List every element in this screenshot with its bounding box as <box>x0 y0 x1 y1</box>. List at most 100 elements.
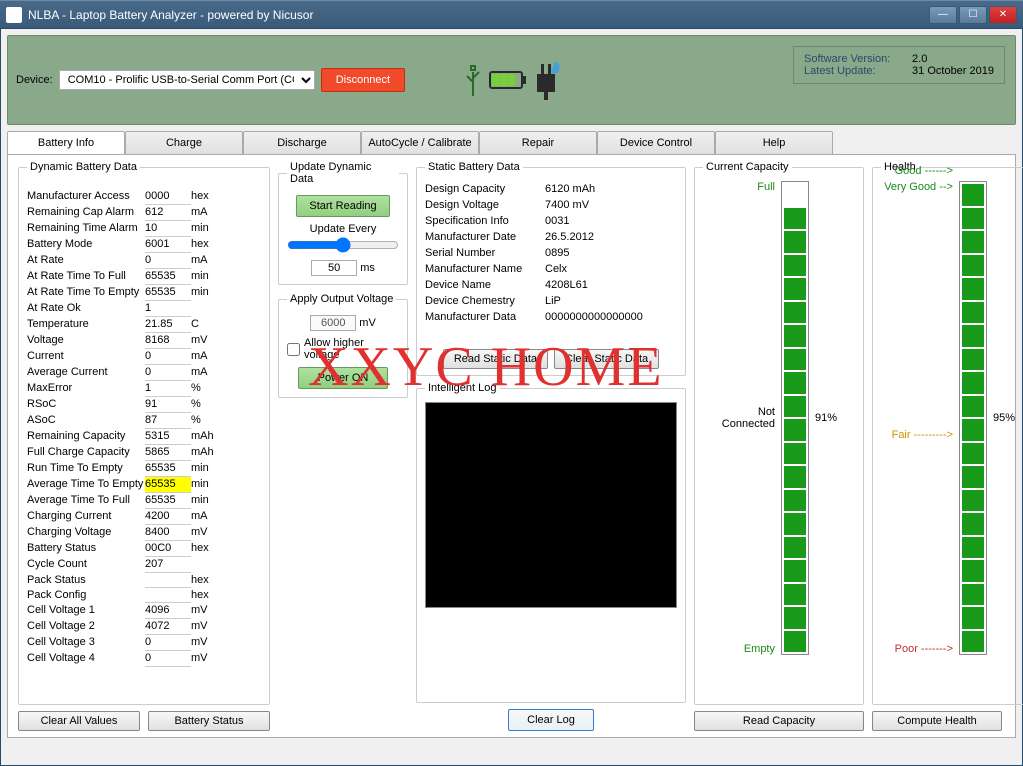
capacity-notconnected-label: Not Connected <box>703 406 775 430</box>
static-row: Manufacturer NameCelx <box>425 261 677 277</box>
dynamic-row: Cell Voltage 14096mV <box>27 603 261 619</box>
apply-legend: Apply Output Voltage <box>287 293 396 305</box>
tab-charge[interactable]: Charge <box>125 131 243 155</box>
close-button[interactable]: ✕ <box>989 6 1017 24</box>
start-reading-button[interactable]: Start Reading <box>296 195 389 217</box>
dynamic-row: Remaining Capacity5315mAh <box>27 429 261 445</box>
log-group: Intelligent Log <box>416 382 686 703</box>
dynamic-row: Average Time To Empty65535min <box>27 477 261 493</box>
update-legend: Update Dynamic Data <box>287 161 399 185</box>
tab-device-control[interactable]: Device Control <box>597 131 715 155</box>
dynamic-row: Pack Statushex <box>27 573 261 588</box>
log-output <box>425 402 677 608</box>
dynamic-row: Temperature21.85C <box>27 317 261 333</box>
capacity-legend: Current Capacity <box>703 161 792 173</box>
allow-higher-checkbox[interactable] <box>287 343 300 356</box>
battery-status-button[interactable]: Battery Status <box>148 711 270 731</box>
window-title: NLBA - Laptop Battery Analyzer - powered… <box>28 8 929 22</box>
tab-content: XXYC HOME Dynamic Battery Data Manufactu… <box>7 154 1016 738</box>
dynamic-data-group: Dynamic Battery Data Manufacturer Access… <box>18 161 270 705</box>
window-titlebar: NLBA - Laptop Battery Analyzer - powered… <box>0 0 1023 28</box>
power-on-button[interactable]: Power ON <box>298 367 388 389</box>
update-group: Update Dynamic Data Start Reading Update… <box>278 161 408 285</box>
dynamic-row: ASoC87% <box>27 413 261 429</box>
header-panel: Device: COM10 - Prolific USB-to-Serial C… <box>7 35 1016 125</box>
version-label: Software Version: <box>804 53 902 65</box>
compute-health-button[interactable]: Compute Health <box>872 711 1002 731</box>
health-verygood-label: Very Good --> <box>881 181 953 193</box>
dynamic-row: Full Charge Capacity5865mAh <box>27 445 261 461</box>
version-value: 2.0 <box>912 53 927 65</box>
tab-discharge[interactable]: Discharge <box>243 131 361 155</box>
capacity-full-label: Full <box>703 181 775 193</box>
dynamic-row: At Rate Time To Full65535min <box>27 269 261 285</box>
voltage-unit: mV <box>359 317 376 329</box>
static-row: Device Name4208L61 <box>425 277 677 293</box>
tab-repair[interactable]: Repair <box>479 131 597 155</box>
version-box: Software Version:2.0 Latest Update:31 Oc… <box>793 46 1005 84</box>
capacity-bar <box>781 181 809 655</box>
tab-strip: Battery InfoChargeDischargeAutoCycle / C… <box>7 131 1016 154</box>
voltage-input[interactable] <box>310 315 356 331</box>
clear-log-button[interactable]: Clear Log <box>508 709 594 731</box>
tab-help[interactable]: Help <box>715 131 833 155</box>
dynamic-row: At Rate0mA <box>27 253 261 269</box>
dynamic-row: Charging Voltage8400mV <box>27 525 261 541</box>
dynamic-row: Cell Voltage 24072mV <box>27 619 261 635</box>
allow-higher-label: Allow higher voltage <box>304 337 399 361</box>
apply-voltage-group: Apply Output Voltage mV Allow higher vol… <box>278 293 408 398</box>
app-icon <box>6 7 22 23</box>
dynamic-row: Run Time To Empty65535min <box>27 461 261 477</box>
dynamic-row: Pack Confighex <box>27 588 261 603</box>
health-bar <box>959 181 987 655</box>
interval-input[interactable] <box>311 260 357 276</box>
static-row: Manufacturer Data0000000000000000 <box>425 309 677 325</box>
maximize-button[interactable]: ☐ <box>959 6 987 24</box>
tab-autocycle-calibrate[interactable]: AutoCycle / Calibrate <box>361 131 479 155</box>
static-row: Serial Number0895 <box>425 245 677 261</box>
log-legend: Intelligent Log <box>425 382 500 394</box>
dynamic-row: At Rate Time To Empty65535min <box>27 285 261 301</box>
dynamic-row: Cell Voltage 40mV <box>27 651 261 667</box>
dynamic-row: Average Time To Full65535min <box>27 493 261 509</box>
read-capacity-button[interactable]: Read Capacity <box>694 711 864 731</box>
usb-icon <box>463 62 485 98</box>
header-art <box>463 60 561 100</box>
plug-icon <box>531 60 561 100</box>
health-poor-label: Poor -------> <box>881 643 953 655</box>
health-group: Health Very Good --> Good ------> Fair -… <box>872 161 1023 705</box>
dynamic-row: Charging Current4200mA <box>27 509 261 525</box>
dynamic-legend: Dynamic Battery Data <box>27 161 140 173</box>
update-label: Latest Update: <box>804 65 902 77</box>
read-static-button[interactable]: Read Static Data <box>443 349 548 369</box>
dynamic-row: At Rate Ok1 <box>27 301 261 317</box>
dynamic-row: Voltage8168mV <box>27 333 261 349</box>
minimize-button[interactable]: — <box>929 6 957 24</box>
tab-battery-info[interactable]: Battery Info <box>7 131 125 155</box>
clear-static-button[interactable]: Clear Static Data <box>554 349 659 369</box>
dynamic-row: Cell Voltage 30mV <box>27 635 261 651</box>
update-interval-slider[interactable] <box>287 237 399 253</box>
ms-label: ms <box>360 262 375 274</box>
capacity-percent: 91% <box>809 181 843 655</box>
static-row: Design Voltage7400 mV <box>425 197 677 213</box>
health-fair-label: Fair ---------> <box>881 429 953 441</box>
health-percent: 95% <box>987 181 1021 655</box>
device-select[interactable]: COM10 - Prolific USB-to-Serial Comm Port… <box>59 70 315 90</box>
update-every-label: Update Every <box>287 223 399 235</box>
dynamic-row: MaxError1% <box>27 381 261 397</box>
battery-icon <box>489 70 527 90</box>
dynamic-row: Average Current0mA <box>27 365 261 381</box>
static-row: Device ChemestryLiP <box>425 293 677 309</box>
capacity-empty-label: Empty <box>703 643 775 655</box>
static-legend: Static Battery Data <box>425 161 523 173</box>
dynamic-row: Current0mA <box>27 349 261 365</box>
dynamic-row: RSoC91% <box>27 397 261 413</box>
dynamic-row: Remaining Cap Alarm612mA <box>27 205 261 221</box>
clear-all-button[interactable]: Clear All Values <box>18 711 140 731</box>
dynamic-row: Battery Status00C0hex <box>27 541 261 557</box>
device-label: Device: <box>16 74 53 86</box>
dynamic-row: Remaining Time Alarm10min <box>27 221 261 237</box>
dynamic-row: Cycle Count207 <box>27 557 261 573</box>
disconnect-button[interactable]: Disconnect <box>321 68 405 92</box>
